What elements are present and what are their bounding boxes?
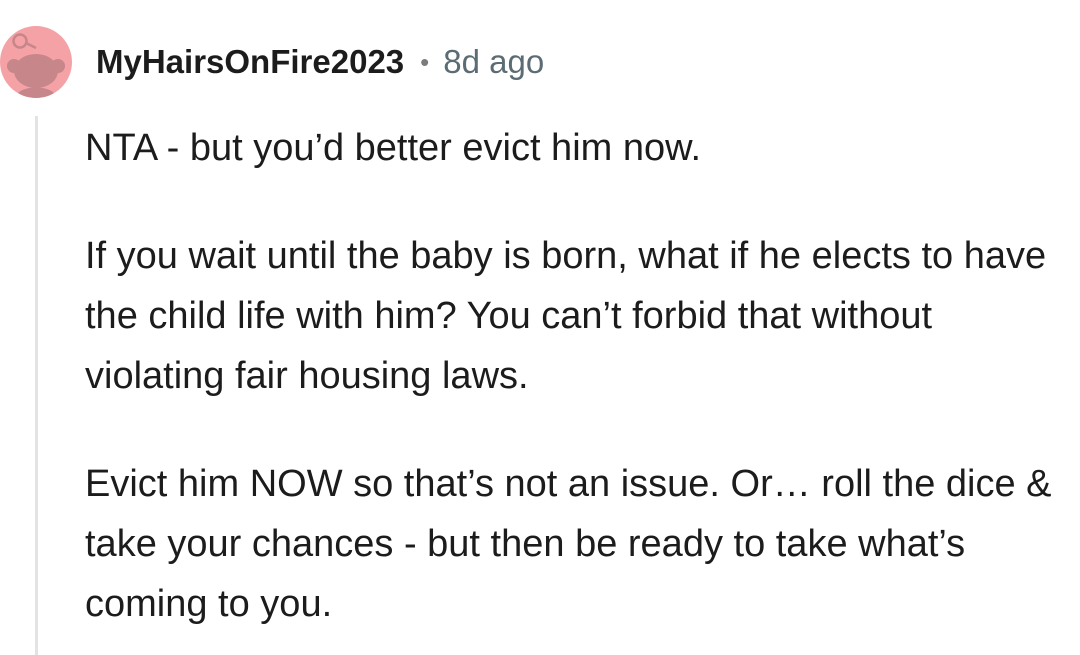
username[interactable]: MyHairsOnFire2023 bbox=[96, 43, 404, 81]
comment-meta: MyHairsOnFire2023 • 8d ago bbox=[96, 40, 544, 84]
comment: MyHairsOnFire2023 • 8d ago NTA - but you… bbox=[0, 0, 1080, 655]
comment-paragraph: If you wait until the baby is born, what… bbox=[85, 235, 1047, 397]
separator-dot: • bbox=[420, 46, 430, 77]
comment-paragraph: NTA - but you’d better evict him now. bbox=[85, 127, 702, 169]
reddit-snoo-avatar-icon bbox=[7, 33, 65, 98]
timestamp[interactable]: 8d ago bbox=[443, 43, 544, 81]
avatar[interactable] bbox=[0, 26, 72, 98]
comment-paragraph: Evict him NOW so that’s not an issue. Or… bbox=[85, 463, 1052, 625]
thread-line[interactable] bbox=[35, 116, 38, 655]
comment-body: NTA - but you’d better evict him now. If… bbox=[85, 118, 1060, 634]
